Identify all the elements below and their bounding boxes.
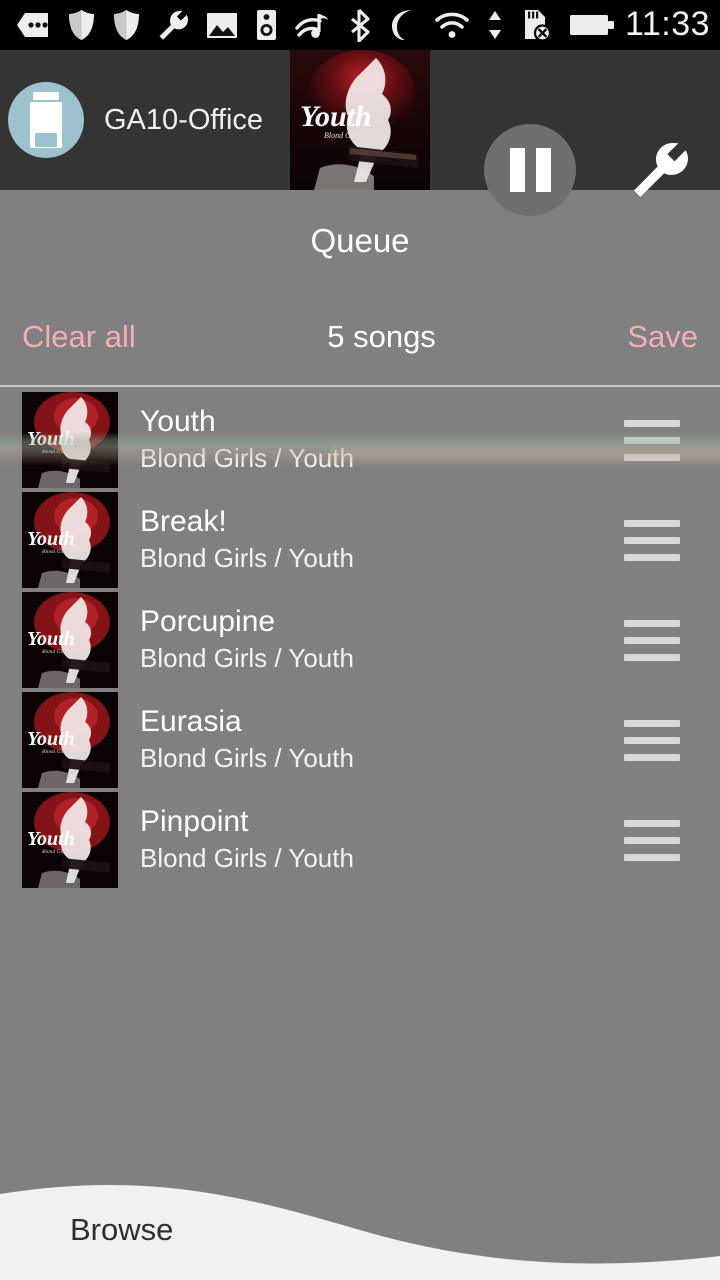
song-subtitle: Blond Girls / Youth (140, 842, 354, 873)
song-album-art: Youth Blond Girls (22, 392, 118, 488)
drag-handle-line (624, 753, 680, 761)
song-album-art: Youth Blond Girls (22, 792, 118, 888)
drag-handle-line (624, 536, 680, 544)
album-art-image: Youth Blond Girls (22, 492, 118, 588)
song-meta: Eurasia Blond Girls / Youth (140, 704, 624, 775)
clear-all-button[interactable]: Clear all (22, 319, 136, 355)
message-dots-icon (17, 13, 48, 37)
drag-handle-line (624, 736, 680, 744)
drag-handle-icon[interactable] (624, 719, 680, 761)
queue-song-list: Youth Blond Girls Youth Blond Girls / You… (0, 390, 720, 890)
speaker-icon (30, 92, 62, 148)
drag-handle-line (624, 553, 680, 561)
song-subtitle: Blond Girls / Youth (140, 642, 354, 673)
song-meta: Porcupine Blond Girls / Youth (140, 604, 624, 675)
song-title: Porcupine (140, 605, 276, 639)
image-icon (207, 12, 237, 38)
now-playing-album-art[interactable]: Youth Blond Girls (290, 50, 430, 190)
album-art-image: Youth Blond Girls (22, 392, 118, 488)
svg-text:Youth: Youth (27, 628, 75, 650)
device-name-label: GA10-Office (104, 103, 264, 136)
album-art-image: Youth Blond Girls (290, 50, 430, 190)
sd-card-removed-icon (525, 10, 551, 41)
song-title: Eurasia (140, 705, 242, 739)
queue-action-bar: Clear all 5 songs Save (0, 310, 720, 364)
bluetooth-icon (351, 8, 370, 42)
song-album-art: Youth Blond Girls (22, 492, 118, 588)
music-cast-icon (295, 13, 328, 38)
shield-icon (69, 10, 94, 40)
drag-handle-line (624, 453, 680, 461)
status-icon-group (16, 8, 615, 42)
browse-label: Browse (70, 1212, 174, 1247)
song-count-label: 5 songs (327, 319, 436, 354)
drag-handle-line (624, 653, 680, 661)
drag-handle-line (624, 853, 680, 861)
album-art-image: Youth Blond Girls (22, 592, 118, 688)
data-transfer-icon (489, 11, 501, 39)
svg-text:Youth: Youth (27, 828, 75, 850)
drag-handle-icon[interactable] (624, 819, 680, 861)
song-title: Youth (140, 405, 216, 439)
table-row[interactable]: Youth Blond Girls Youth Blond Girls / You… (0, 390, 720, 490)
speaker-icon (257, 10, 276, 40)
drag-handle-line (624, 719, 680, 727)
svg-text:Youth: Youth (27, 728, 75, 750)
avatar (8, 82, 84, 158)
moon-do-not-disturb-icon (392, 10, 412, 41)
song-album-art: Youth Blond Girls (22, 592, 118, 688)
song-meta: Youth Blond Girls / Youth (140, 404, 624, 475)
song-album-art: Youth Blond Girls (22, 692, 118, 788)
status-bar: 11:33 (0, 0, 720, 50)
song-subtitle: Blond Girls / Youth (140, 742, 354, 773)
svg-text:Youth: Youth (27, 428, 75, 450)
pause-icon (509, 148, 525, 192)
svg-text:Blond Girls: Blond Girls (42, 849, 68, 855)
drag-handle-line (624, 519, 680, 527)
album-art-image: Youth Blond Girls (22, 792, 118, 888)
song-meta: Break! Blond Girls / Youth (140, 504, 624, 575)
drag-handle-icon[interactable] (624, 619, 680, 661)
svg-text:Youth: Youth (300, 100, 372, 133)
browse-sheet[interactable]: Browse (0, 1160, 720, 1280)
drag-handle-line (624, 436, 680, 444)
drag-handle-line (624, 836, 680, 844)
device-selector[interactable]: GA10-Office (0, 50, 290, 190)
song-title: Pinpoint (140, 805, 249, 839)
song-subtitle: Blond Girls / Youth (140, 542, 354, 573)
svg-text:Blond Girls: Blond Girls (324, 131, 362, 140)
drag-handle-line (624, 819, 680, 827)
song-meta: Pinpoint Blond Girls / Youth (140, 804, 624, 875)
song-subtitle: Blond Girls / Youth (140, 442, 354, 473)
album-art-image: Youth Blond Girls (22, 692, 118, 788)
drag-handle-icon[interactable] (624, 519, 680, 561)
drag-handle-line (624, 419, 680, 427)
drag-handle-line (624, 636, 680, 644)
save-button[interactable]: Save (627, 319, 698, 355)
svg-text:Blond Girls: Blond Girls (42, 649, 68, 655)
drag-handle-line (624, 619, 680, 627)
table-row[interactable]: Youth Blond Girls Break! Blond Girls / Yo… (0, 490, 720, 590)
table-row[interactable]: Youth Blond Girls Pinpoint Blond Girls / … (0, 790, 720, 890)
battery-icon (570, 15, 614, 35)
table-row[interactable]: Youth Blond Girls Eurasia Blond Girls / Y… (0, 690, 720, 790)
svg-text:Blond Girls: Blond Girls (42, 449, 68, 455)
wifi-icon (435, 12, 469, 38)
drag-handle-icon[interactable] (624, 419, 680, 461)
pause-icon (535, 148, 551, 192)
page-title: Queue (310, 222, 410, 259)
shield-icon (114, 10, 139, 40)
svg-text:Blond Girls: Blond Girls (42, 549, 68, 555)
song-title: Break! (140, 505, 227, 539)
table-row[interactable]: Youth Blond Girls Porcupine Blond Girls /… (0, 590, 720, 690)
svg-text:Blond Girls: Blond Girls (42, 749, 68, 755)
app-screen: 11:33 GA10-Office Youth Blond Girls Queu… (0, 0, 720, 1280)
header-divider (0, 385, 720, 387)
wrench-icon (159, 10, 188, 40)
queue-header: Queue Clear all 5 songs Save (0, 190, 720, 387)
svg-text:Youth: Youth (27, 528, 75, 550)
status-bar-clock: 11:33 (625, 5, 711, 43)
app-top-bar: GA10-Office Youth Blond Girls (0, 50, 720, 216)
